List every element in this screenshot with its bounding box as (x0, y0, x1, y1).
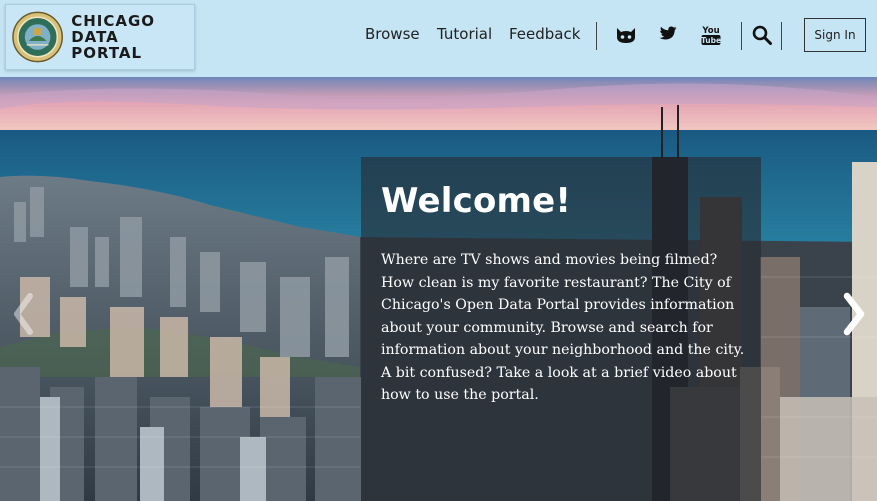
nav-browse[interactable]: Browse (365, 25, 420, 43)
nav-divider (596, 22, 597, 50)
city-seal-icon (12, 11, 63, 63)
welcome-title: Welcome! (381, 181, 572, 221)
svg-text:You: You (701, 26, 719, 36)
nav-tutorial[interactable]: Tutorial (437, 25, 492, 43)
logo-line-1: CHICAGO (71, 12, 156, 30)
svg-text:Tube: Tube (701, 36, 721, 45)
search-icon[interactable] (752, 25, 772, 45)
chevron-left-icon[interactable] (12, 292, 34, 336)
youtube-icon[interactable]: You Tube (701, 24, 721, 46)
hero-carousel: Welcome! Where are TV shows and movies b… (0, 77, 877, 501)
welcome-description: Where are TV shows and movies being film… (381, 252, 745, 403)
sign-in-button[interactable]: Sign In (804, 18, 866, 52)
nav-divider (781, 22, 782, 50)
chevron-right-icon[interactable] (841, 292, 867, 336)
logo-line-2: DATA PORTAL (71, 28, 143, 62)
nav-feedback[interactable]: Feedback (509, 25, 580, 43)
logo-text: CHICAGO DATA PORTAL (71, 13, 194, 61)
nav-divider (741, 22, 742, 50)
site-header: CHICAGO DATA PORTAL Browse Tutorial Feed… (0, 0, 877, 77)
github-icon[interactable] (615, 25, 637, 45)
twitter-icon[interactable] (659, 26, 677, 41)
welcome-panel: Welcome! Where are TV shows and movies b… (361, 157, 761, 501)
site-logo[interactable]: CHICAGO DATA PORTAL (5, 4, 195, 70)
